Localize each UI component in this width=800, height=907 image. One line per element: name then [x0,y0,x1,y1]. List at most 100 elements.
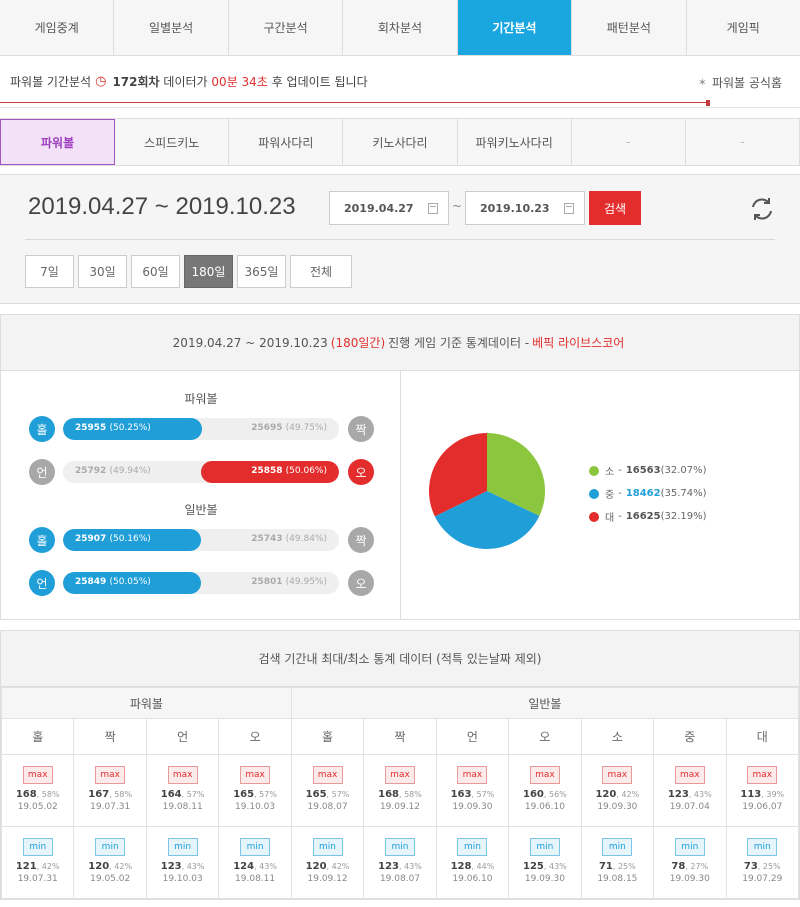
nav-tab[interactable]: 기간분석 [457,0,573,55]
size-stats: 소 -16563 (32.07%) 중 -18462 (35.74%) 대 -16625 … [401,371,799,619]
max-value: 167, 58% [74,789,145,800]
column-header: 오 [508,718,582,755]
period-button[interactable]: 60일 [131,255,180,288]
left-count: 25907 (50.16%) [75,534,151,544]
legend-pct: (32.19%) [660,511,707,522]
max-pct: , 42% [616,790,640,799]
min-count: 121 [15,861,37,872]
game-tab[interactable]: 스피드키노 [115,119,230,165]
min-pct: , 25% [612,862,636,871]
update-info-bar: 파워볼 기간분석 ◷ 172회차 데이터가 00분 34초 후 업데이트 됩니다… [0,56,800,108]
min-tag: min [457,838,488,856]
end-date-input[interactable]: 2019.10.23 [465,191,585,225]
max-cell: max 167, 58% 19.07.31 [73,754,147,827]
min-pct: , 27% [685,862,709,871]
period-button[interactable]: 30일 [78,255,127,288]
min-cell: min 123, 43% 19.10.03 [145,826,220,899]
game-tab[interactable]: 키노사다리 [343,119,458,165]
calendar-icon [564,202,574,214]
column-header: 짝 [73,718,147,755]
nav-tab[interactable]: 회차분석 [343,0,458,55]
legend-dot [589,488,599,499]
max-date: 19.07.31 [90,802,131,812]
min-date: 19.10.03 [162,874,203,884]
min-cell: min 120, 42% 19.05.02 [73,826,147,899]
game-tab[interactable]: 파워키노사다리 [458,119,572,165]
legend-label: 대 [605,513,615,524]
max-tag: max [747,766,778,784]
column-header: 대 [725,718,800,755]
left-ball-icon: 언 [29,459,55,485]
stat-row: 언 25849 (50.05%) 25801 (49.95%) 오 [29,570,374,596]
max-count: 120 [595,789,617,800]
left-count: 25792 (49.94%) [75,466,151,476]
nav-tab[interactable]: 패턴분석 [572,0,687,55]
min-count: 123 [160,861,182,872]
max-cell: max 123, 43% 19.07.04 [653,754,727,827]
left-count-pct: (50.25%) [109,423,151,433]
column-header: 홀 [290,718,365,755]
max-value: 164, 57% [147,789,218,800]
right-count-pct: (49.75%) [285,423,327,433]
max-cell: max 168, 58% 19.09.12 [363,754,437,827]
maxmin-panel: 검색 기간내 최대/최소 통계 데이터 (적특 있는날짜 제외) 파워볼 일반볼… [0,630,800,900]
legend-item: 대 -16625 (32.19%) [589,509,707,524]
max-tag: max [457,766,488,784]
max-cell: max 160, 56% 19.06.10 [508,754,582,827]
min-date: 19.09.30 [669,874,710,884]
stats-header-source[interactable]: 베픽 라이브스코어 [532,334,624,351]
game-tab[interactable]: - [572,119,686,165]
max-date: 19.09.12 [379,802,421,812]
official-link-label: 파워볼 공식홈 [711,76,782,90]
oddeven-stats: 파워볼 일반볼 홀 25955 (50.25%) 25695 (49.75%) 짝 언 2… [1,371,401,619]
min-tag: min [22,838,53,856]
column-header: 짝 [363,718,437,755]
period-button[interactable]: 전체 [290,255,352,288]
stats-header-range: 2019.04.27 ~ 2019.10.23 [172,335,328,350]
game-tab[interactable]: 파워볼 [0,119,116,165]
min-cell: min 124, 43% 19.08.11 [218,826,292,899]
date-range-title: 2019.04.27 ~ 2019.10.23 [28,193,296,220]
period-button[interactable]: 180일 [184,255,233,288]
max-count: 164 [160,789,182,800]
date-tilde: ~ [452,199,463,213]
max-tag: max [674,766,705,784]
max-count: 163 [450,789,472,800]
min-value: 120, 42% [292,861,363,872]
progress-marker [706,100,710,106]
max-value: 160, 56% [509,789,580,800]
right-count: 25858 (50.06%) [251,466,327,476]
refresh-icon[interactable] [748,195,776,223]
max-cell: max 168, 58% 19.05.02 [0,754,75,827]
nav-tab[interactable]: 구간분석 [229,0,344,55]
min-cell: min 125, 43% 19.09.30 [508,826,582,899]
nav-tab[interactable]: 게임픽 [687,0,800,55]
max-count: 165 [233,789,255,800]
right-ball-icon: 오 [348,570,374,596]
min-tag: min [167,838,198,856]
main-nav: 게임중계 일별분석 구간분석 회차분석 기간분석 패턴분석 게임픽 [0,0,800,56]
period-button[interactable]: 7일 [25,255,74,288]
start-date-input[interactable]: 2019.04.27 [329,191,449,225]
official-link[interactable]: ✶ 파워볼 공식홈 [698,74,782,91]
max-cell: max 120, 42% 19.09.30 [580,754,655,827]
min-value: 120, 42% [74,861,145,872]
max-tag: max [95,766,126,784]
nav-tab[interactable]: 게임중계 [0,0,115,55]
min-date: 19.09.30 [524,874,565,884]
left-ball-icon: 홀 [29,416,55,442]
period-button[interactable]: 365일 [237,255,286,288]
max-pct: , 57% [181,790,205,799]
start-date-value: 2019.04.27 [344,201,414,215]
left-ball-icon: 홀 [29,527,55,553]
nav-tab[interactable]: 일별분석 [114,0,229,55]
legend-pct: (35.74%) [660,488,707,499]
countdown: 00분 34초 [211,75,268,89]
left-count: 25849 (50.05%) [75,577,151,587]
game-tab[interactable]: - [686,119,800,165]
min-cell: min 71, 25% 19.08.15 [580,826,655,899]
max-pct: , 56% [543,790,567,799]
game-tab[interactable]: 파워사다리 [229,119,344,165]
max-tag: max [384,766,415,784]
search-button[interactable]: 검색 [589,191,641,225]
